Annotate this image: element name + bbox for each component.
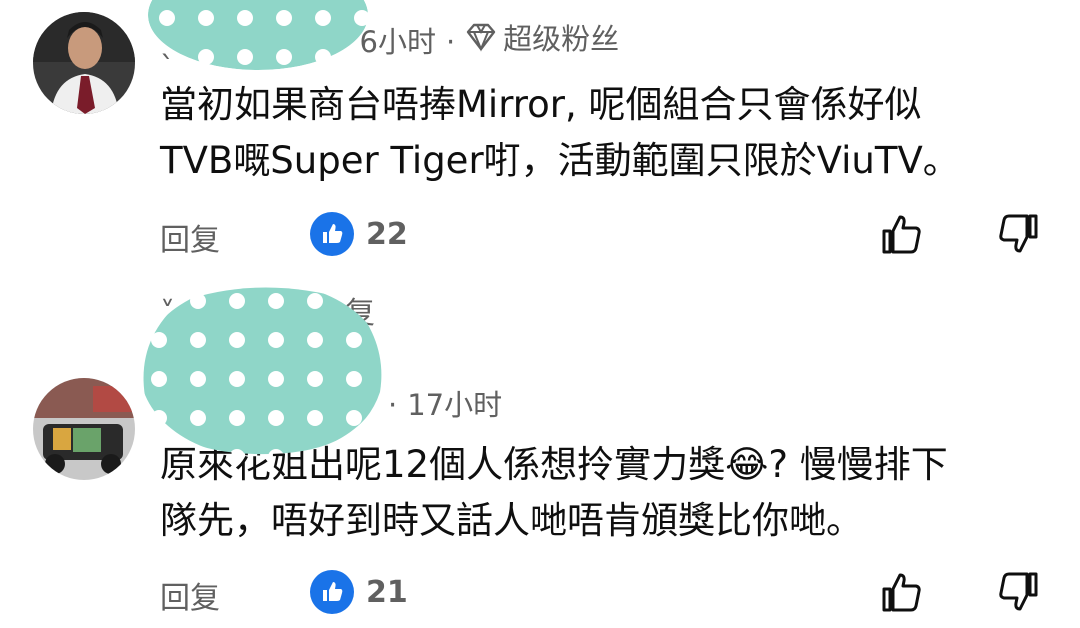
avatar[interactable] [33,378,135,480]
like-filled-icon [310,212,354,256]
badge-label: 超级粉丝 [503,22,620,56]
comment-text-line: 隊先，唔好到時又話人哋唔肯頒獎比你哋。 [160,499,863,542]
comment-text: 當初如果商台唔捧Mirror, 呢個組合只會係好似 TVB嘅Super Tige… [160,77,960,189]
thumb-up-icon [882,215,921,254]
like-count-group: 21 [310,570,408,614]
separator-dot: · [388,388,398,422]
dislike-button[interactable] [996,212,1040,260]
comment-text-line: 當初如果商台唔捧Mirror, 呢個組合只會係好似 [160,83,922,126]
like-count: 21 [366,574,408,610]
like-count-group: 22 [310,212,408,256]
reply-button[interactable]: 回复 [160,573,220,617]
like-button[interactable] [880,570,924,618]
like-button[interactable] [880,212,924,260]
comment-meta: · 17小时 [388,382,502,424]
comment-text-line: TVB嘅Super Tiger咑，活動範圍只限於ViuTV。 [160,139,960,182]
diamond-icon [466,23,496,52]
timestamp: 6小时 [359,25,436,59]
like-count: 22 [366,216,408,252]
timestamp: 17小时 [407,388,503,422]
separator-dot: · [445,25,456,59]
dislike-button[interactable] [996,570,1040,618]
like-filled-icon [310,570,354,614]
avatar[interactable] [33,12,135,114]
thumb-up-icon [882,573,921,612]
thumb-down-icon [999,572,1038,611]
fan-badge: 超级粉丝 [465,16,619,58]
redaction-blob [140,282,386,458]
reply-button[interactable]: 回复 [160,215,220,259]
thumb-down-icon [999,214,1038,253]
